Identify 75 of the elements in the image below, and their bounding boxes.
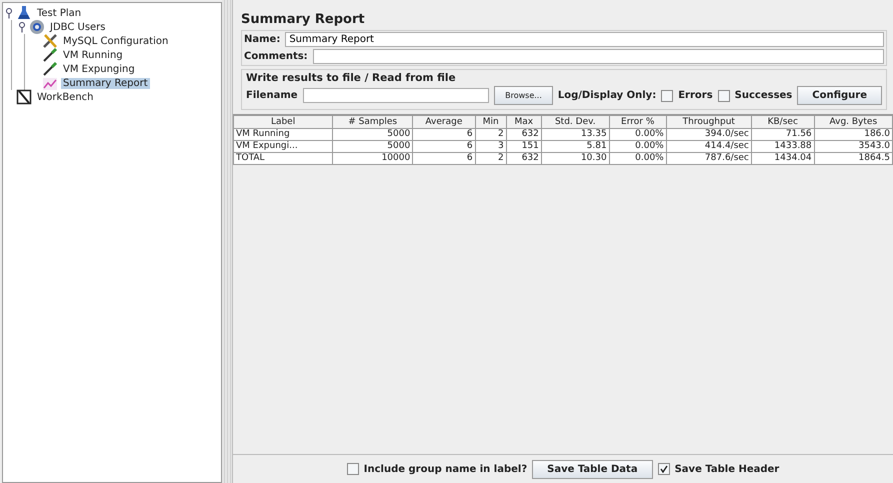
save-table-data-button[interactable]: Save Table Data [532, 460, 653, 478]
tree-item[interactable]: Test Plan [35, 8, 84, 18]
checkbox-label: Successes [734, 90, 792, 101]
tree-item[interactable]: Summary Report [61, 78, 150, 88]
checkbox[interactable] [658, 463, 670, 475]
tree-item[interactable]: VM Running [61, 50, 125, 60]
gear-icon [29, 19, 45, 35]
column-header[interactable]: Max [506, 116, 542, 128]
column-header[interactable]: Error % [609, 116, 666, 128]
table-cell: 0.00% [609, 152, 666, 164]
table-cell: 6 [412, 140, 476, 152]
table-cell: 787.6/sec [666, 152, 752, 164]
checkmark-icon [660, 465, 668, 473]
table-cell: 151 [506, 140, 542, 152]
table-cell: 10000 [332, 152, 413, 164]
table-cell: 5000 [332, 140, 413, 152]
table-cell: 0.00% [609, 128, 666, 140]
table-cell: VM Running [234, 128, 333, 140]
field-label: Comments: [244, 51, 308, 62]
table-cell: 71.56 [751, 128, 814, 140]
name-field[interactable]: Summary Report [285, 32, 884, 47]
table-cell: 13.35 [541, 128, 610, 140]
tree-item[interactable]: JDBC Users [48, 22, 108, 32]
pipette-icon [42, 47, 58, 63]
column-header[interactable]: Average [412, 116, 476, 128]
column-header[interactable]: Label [234, 116, 333, 128]
checkbox-label: Save Table Header [674, 464, 780, 474]
panel-title: Summary Report [241, 12, 366, 27]
comments-field[interactable] [312, 49, 884, 64]
field-label: Name: [244, 34, 280, 45]
table-cell: 2 [475, 152, 506, 164]
table-cell: 2 [475, 128, 506, 140]
table-cell: 1434.04 [751, 152, 814, 164]
tree-item[interactable]: VM Expunging [61, 64, 137, 74]
workbench-icon [16, 89, 32, 105]
table-cell: 5.81 [541, 140, 610, 152]
table-cell: 632 [506, 128, 542, 140]
chart-icon [42, 75, 58, 91]
table-cell: 6 [412, 128, 476, 140]
table-cell: 3 [475, 140, 506, 152]
table-cell: 10.30 [541, 152, 610, 164]
checkbox-label: Errors [678, 90, 713, 101]
table-cell: 414.4/sec [666, 140, 752, 152]
field-label: Filename [246, 90, 298, 101]
checkbox[interactable] [346, 463, 359, 475]
flask-icon [16, 5, 32, 21]
column-header[interactable]: Min [475, 116, 506, 128]
table-cell: 3543.0 [814, 140, 892, 152]
table-cell: VM Expungi... [234, 140, 333, 152]
column-header[interactable]: Avg. Bytes [814, 116, 892, 128]
table-cell: 5000 [332, 128, 413, 140]
table-cell: 0.00% [609, 140, 666, 152]
column-header[interactable]: Std. Dev. [541, 116, 610, 128]
browse-button[interactable]: Browse... [494, 86, 553, 105]
group-title: Write results to file / Read from file [246, 72, 457, 84]
table-cell: 1864.5 [814, 152, 892, 164]
table-cell: TOTAL [234, 152, 333, 164]
pipette-icon [42, 61, 58, 77]
column-header[interactable]: KB/sec [751, 116, 814, 128]
wrench-icon [42, 33, 58, 49]
table-cell: 394.0/sec [666, 128, 752, 140]
checkbox-label: Include group name in label? [364, 464, 528, 474]
table-cell: 632 [506, 152, 542, 164]
field-label: Log/Display Only: [558, 90, 656, 101]
tree-item[interactable]: MySQL Configuration [61, 36, 170, 46]
column-header[interactable]: # Samples [332, 116, 413, 128]
table-cell: 186.0 [814, 128, 892, 140]
checkbox[interactable] [718, 90, 730, 102]
configure-button[interactable]: Configure [797, 86, 882, 105]
table-cell: 1433.88 [751, 140, 814, 152]
filename-field[interactable] [302, 88, 490, 103]
checkbox[interactable] [661, 90, 674, 102]
tree-item[interactable]: WorkBench [35, 92, 96, 102]
column-header[interactable]: Throughput [666, 116, 752, 128]
table-cell: 6 [412, 152, 476, 164]
